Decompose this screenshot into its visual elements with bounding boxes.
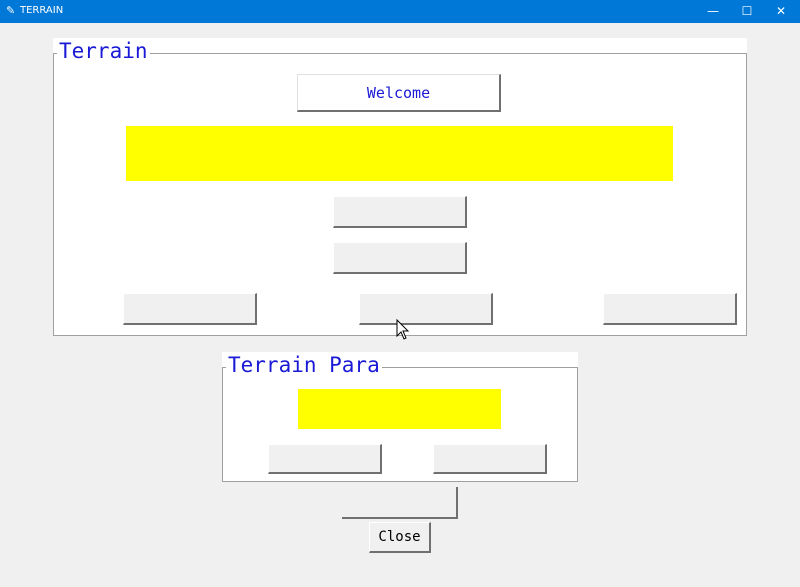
- bottom-empty-button[interactable]: [342, 487, 458, 519]
- terrain-button-4[interactable]: [359, 293, 493, 325]
- terrain-frame: Terrain Welcome: [53, 38, 747, 336]
- para-button-1[interactable]: [268, 444, 382, 474]
- terrain-button-3[interactable]: [123, 293, 257, 325]
- feather-icon: ✎: [6, 4, 16, 17]
- window-title: TERRAIN: [20, 5, 64, 16]
- minimize-button[interactable]: —: [696, 0, 730, 23]
- title-bar[interactable]: ✎ TERRAIN — ☐ ✕: [0, 0, 800, 23]
- client-area: Terrain Welcome Terrain Para Close: [0, 23, 800, 587]
- para-button-2[interactable]: [433, 444, 547, 474]
- mouse-cursor-icon: [396, 319, 410, 340]
- terrain-button-2[interactable]: [333, 242, 467, 274]
- terrain-yellow-display: [126, 126, 673, 181]
- welcome-button[interactable]: Welcome: [297, 74, 501, 112]
- close-window-button[interactable]: ✕: [764, 0, 798, 23]
- terrain-button-1[interactable]: [333, 196, 467, 228]
- close-button[interactable]: Close: [369, 522, 431, 553]
- terrain-para-frame-legend: Terrain Para: [226, 353, 382, 377]
- maximize-button[interactable]: ☐: [730, 0, 764, 23]
- para-yellow-display: [298, 389, 501, 429]
- terrain-frame-legend: Terrain: [57, 39, 150, 63]
- terrain-para-frame: Terrain Para: [222, 352, 578, 482]
- terrain-button-5[interactable]: [603, 293, 737, 325]
